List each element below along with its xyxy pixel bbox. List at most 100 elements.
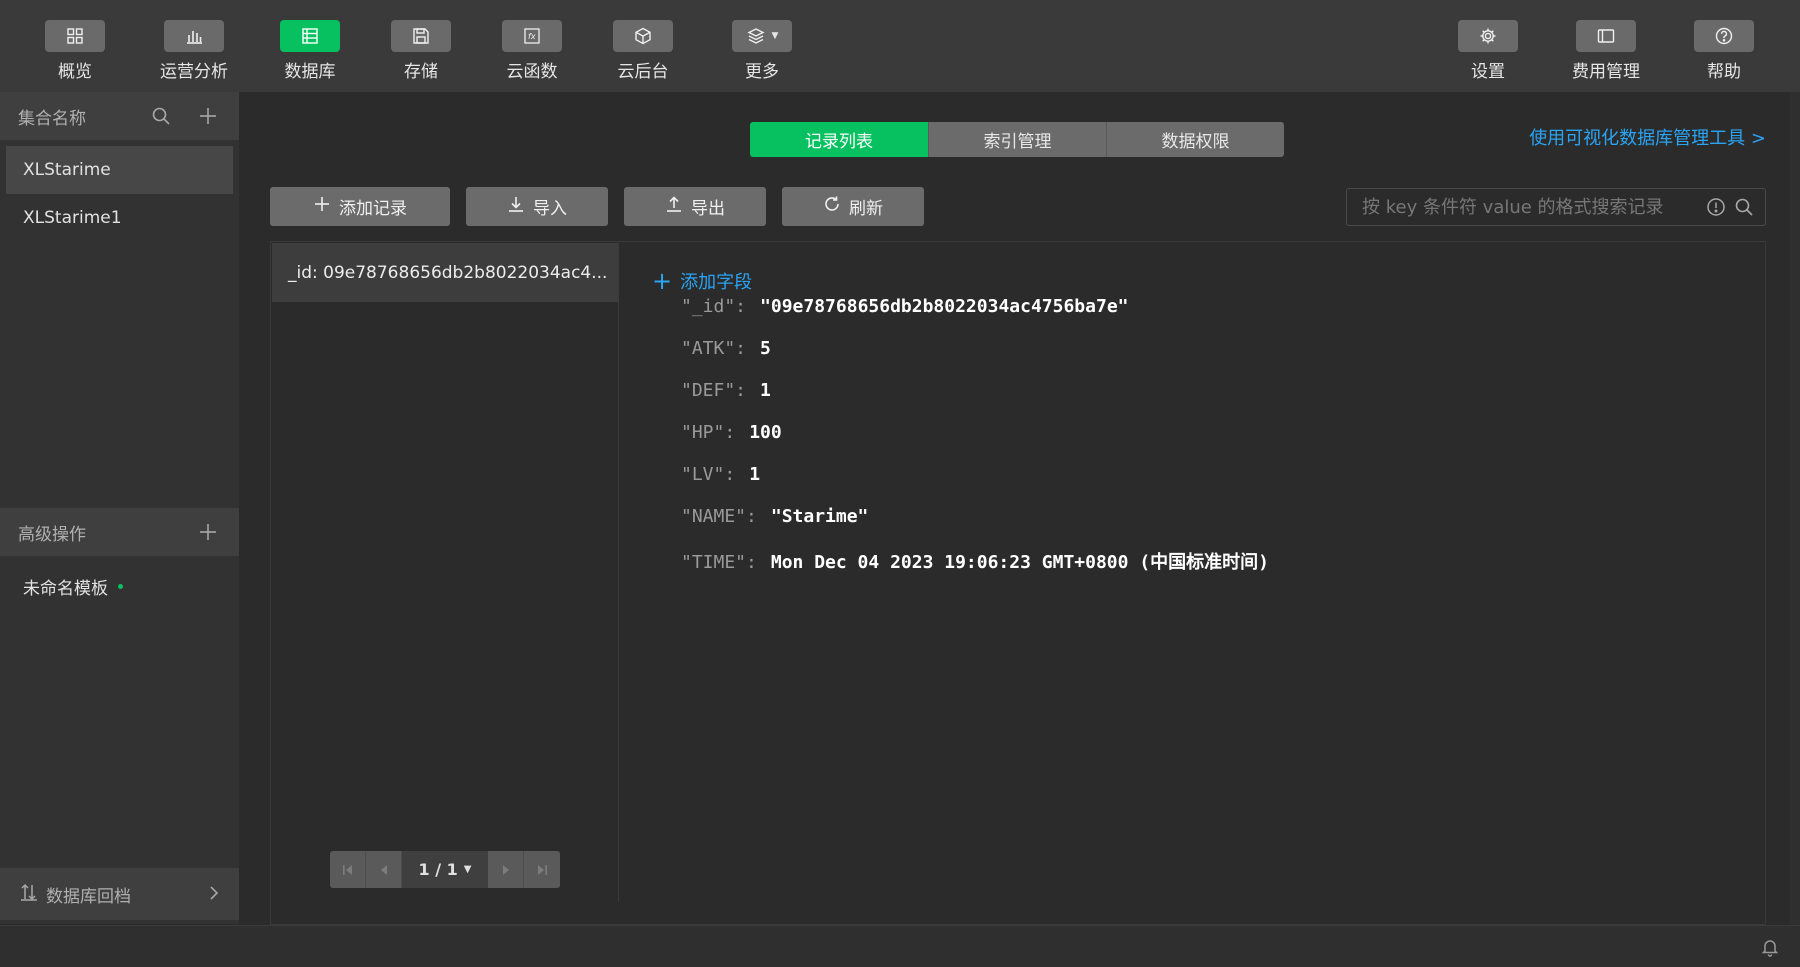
field-key: "HP": [681,422,736,443]
search-icon[interactable] [150,105,172,127]
toolbar-analytics[interactable]: 运营分析 [139,20,249,84]
list-item[interactable]: _id: 09e78768656db2b8022034ac4... [272,243,618,302]
last-page-icon [538,864,547,875]
sort-arrows-icon [20,883,38,905]
layers-icon: ▼ [732,20,792,52]
advanced-header: 高级操作 [0,508,239,556]
toolbar-storage[interactable]: 存储 [366,20,476,84]
visual-db-tool-link[interactable]: 使用可视化数据库管理工具 > [1529,124,1766,150]
toolbar-label: 数据库 [284,62,336,82]
toolbar-label: 云后台 [617,62,669,82]
field-row[interactable]: "HP": 100 [681,422,782,443]
bar-chart-icon [164,20,224,52]
records-panel: _id: 09e78768656db2b8022034ac4... 1 / 1 … [270,241,1766,925]
page-indicator: 1 / 1 [418,860,458,879]
field-value: 100 [749,422,782,443]
billing-icon [1576,20,1636,52]
unsaved-dot-icon [118,583,123,589]
window-edge [1790,92,1800,925]
collection-item[interactable]: XLStarime [6,146,233,194]
toolbar-label: 设置 [1471,62,1505,82]
toolbar-cloud-backend[interactable]: 云后台 [588,20,698,84]
first-page-button[interactable] [330,851,366,888]
field-value: 5 [760,338,771,359]
template-name: 未命名模板 [23,578,108,599]
toolbar-billing[interactable]: 费用管理 [1551,20,1661,84]
collection-item[interactable]: XLStarime1 [6,194,233,242]
next-page-icon [502,864,509,875]
field-row[interactable]: "_id": "09e78768656db2b8022034ac4756ba7e" [681,296,1129,317]
tab-permissions[interactable]: 数据权限 [1106,122,1284,157]
add-field-label: 添加字段 [680,272,753,293]
help-icon [1694,20,1754,52]
record-list: _id: 09e78768656db2b8022034ac4... 1 / 1 … [271,242,619,902]
collections-header: 集合名称 [0,92,239,140]
prev-page-icon [380,864,387,875]
field-row[interactable]: "LV": 1 [681,464,760,485]
toolbar-overview[interactable]: 概览 [20,20,130,84]
page-selector[interactable]: 1 / 1 ▼ [402,851,488,888]
refresh-label: 刷新 [849,199,883,219]
record-search-input[interactable] [1347,189,1705,225]
field-row[interactable]: "NAME": "Starime" [681,506,868,527]
first-page-icon [342,864,352,875]
prev-page-button[interactable] [366,851,402,888]
save-icon [391,20,451,52]
field-row[interactable]: "ATK": 5 [681,338,771,359]
collection-name: XLStarime1 [23,208,122,228]
toolbar-database[interactable]: 数据库 [255,20,365,84]
field-value: 1 [760,380,771,401]
export-button[interactable]: 导出 [624,187,766,226]
search-icon[interactable] [1733,196,1755,218]
import-label: 导入 [533,199,567,219]
field-key: "TIME": [681,552,757,573]
toolbar-label: 帮助 [1707,62,1741,82]
chevron-right-icon [207,884,221,906]
toolbar-settings[interactable]: 设置 [1433,20,1543,84]
refresh-icon [823,195,849,218]
import-button[interactable]: 导入 [466,187,608,226]
field-value: 1 [749,464,761,485]
tab-records[interactable]: 记录列表 [750,122,928,157]
upload-icon [665,195,691,218]
plus-icon: + [652,267,673,295]
gear-icon [1458,20,1518,52]
cube-icon [613,20,673,52]
field-key: "ATK": [681,338,747,359]
toolbar-label: 云函数 [506,62,558,82]
field-row[interactable]: "DEF": 1 [681,380,771,401]
tab-indexes[interactable]: 索引管理 [928,122,1106,157]
field-key: "LV": [681,464,736,485]
database-rollback-button[interactable]: 数据库回档 [0,868,239,920]
collections-sidebar: 集合名称 XLStarime XLStarime1 高级操作 未命名模板 数据库… [0,92,239,924]
collections-header-title: 集合名称 [18,108,86,129]
field-value: "09e78768656db2b8022034ac4756ba7e" [760,296,1129,317]
collection-name: XLStarime [23,160,111,180]
toolbar-label: 运营分析 [160,62,228,82]
last-page-button[interactable] [524,851,560,888]
template-item[interactable]: 未命名模板 [6,562,233,610]
add-field-button[interactable]: + 添加字段 [652,268,752,294]
bell-icon[interactable] [1760,937,1780,957]
toolbar-help[interactable]: 帮助 [1669,20,1779,84]
chevron-down-icon: ▼ [463,864,472,875]
database-table-icon [280,20,340,52]
grid-icon [45,20,105,52]
add-record-label: 添加记录 [339,199,407,219]
add-template-icon[interactable] [197,521,219,543]
toolbar-label: 存储 [404,62,438,82]
info-icon[interactable] [1705,196,1727,218]
field-value: Mon Dec 04 2023 19:06:23 GMT+0800 (中国标准时… [770,552,1269,573]
add-record-button[interactable]: 添加记录 [270,187,450,226]
toolbar-more[interactable]: ▼ 更多 [707,20,817,84]
download-icon [507,195,533,218]
toolbar-cloud-function[interactable]: fx 云函数 [477,20,587,84]
refresh-button[interactable]: 刷新 [782,187,924,226]
field-row[interactable]: "TIME": Mon Dec 04 2023 19:06:23 GMT+0800… [681,548,1269,574]
database-rollback-label: 数据库回档 [46,886,131,907]
pagination: 1 / 1 ▼ [330,851,560,888]
main-tabs: 记录列表 索引管理 数据权限 [750,122,1284,157]
export-label: 导出 [691,199,725,219]
next-page-button[interactable] [488,851,524,888]
add-collection-icon[interactable] [197,105,219,127]
